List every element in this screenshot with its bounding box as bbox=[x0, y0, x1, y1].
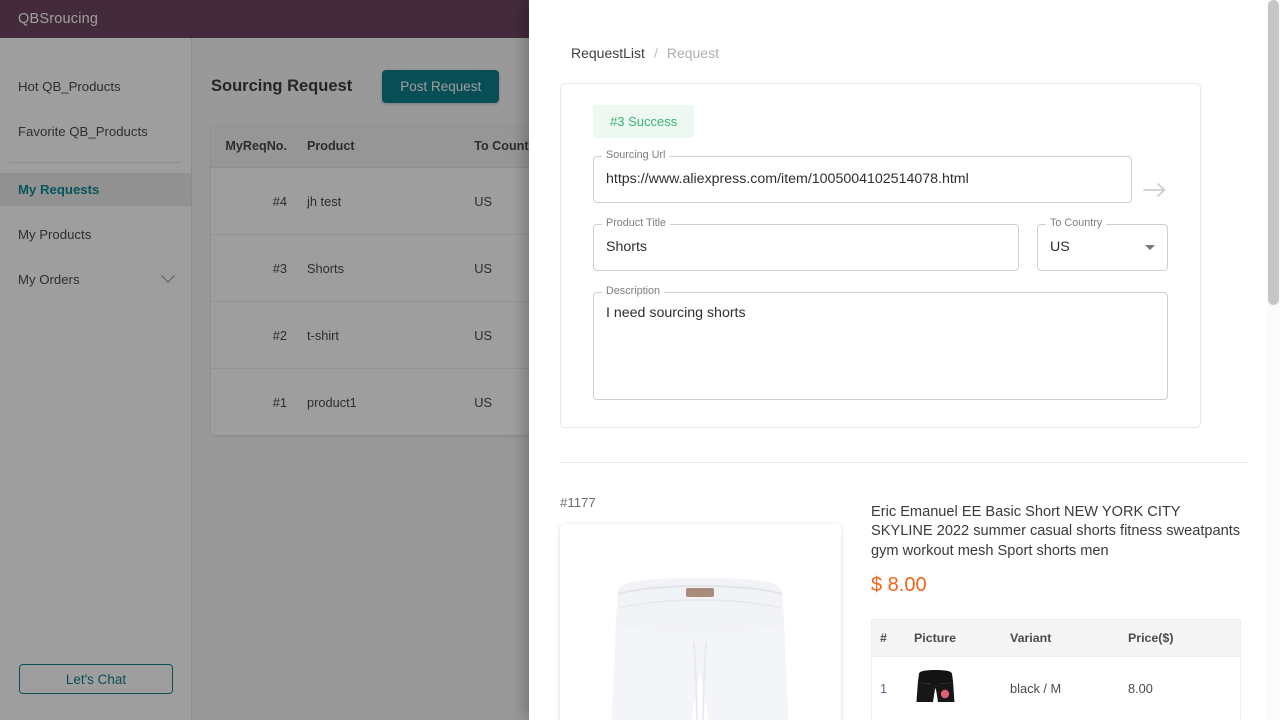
sourcing-url-field[interactable]: Sourcing Url https://www.aliexpress.com/… bbox=[593, 149, 1132, 203]
sourcing-url-row: Sourcing Url https://www.aliexpress.com/… bbox=[593, 149, 1168, 224]
to-country-select-value[interactable]: US bbox=[1050, 240, 1070, 254]
breadcrumb-request-list[interactable]: RequestList bbox=[571, 45, 645, 61]
sourcing-url-input[interactable]: https://www.aliexpress.com/item/10050041… bbox=[606, 172, 969, 186]
product-price: $ 8.00 bbox=[871, 574, 927, 597]
product-title-field[interactable]: Product Title Shorts bbox=[593, 217, 1019, 271]
to-country-field[interactable]: To Country US bbox=[1037, 217, 1168, 271]
breadcrumb-separator: / bbox=[653, 45, 658, 61]
column-index: # bbox=[872, 620, 906, 657]
description-field[interactable]: Description I need sourcing shorts bbox=[593, 285, 1168, 400]
cell-picture bbox=[906, 656, 1002, 720]
product-title: Eric Emanuel EE Basic Short NEW YORK CIT… bbox=[871, 504, 1241, 559]
description-textarea[interactable]: I need sourcing shorts bbox=[606, 306, 746, 320]
column-price: Price($) bbox=[1120, 620, 1240, 657]
sourcing-url-label: Sourcing Url bbox=[602, 149, 670, 161]
cell-index: 1 bbox=[872, 656, 906, 720]
drawer-scrollbar[interactable] bbox=[1267, 0, 1280, 720]
variant-row[interactable]: 1 black / M 8.00 bbox=[872, 656, 1240, 720]
variant-table: # Picture Variant Price($) 1 black / M 8.0… bbox=[871, 619, 1241, 720]
cell-price: 8.00 bbox=[1120, 656, 1240, 720]
request-detail-drawer: RequestList / Request #3 Success Sourcin… bbox=[529, 0, 1280, 720]
product-result: #1177 Eric Emanuel EE Basic Short NEW YO… bbox=[529, 463, 1280, 720]
product-id: #1177 bbox=[560, 495, 596, 510]
chevron-down-icon[interactable] bbox=[1145, 245, 1155, 250]
product-title-input[interactable]: Shorts bbox=[606, 240, 647, 254]
description-label: Description bbox=[602, 285, 665, 297]
breadcrumb: RequestList / Request bbox=[529, 0, 1280, 61]
title-country-row: Product Title Shorts To Country US bbox=[593, 217, 1168, 292]
status-badge: #3 Success bbox=[593, 105, 695, 138]
arrow-right-icon[interactable] bbox=[1142, 177, 1168, 203]
cell-variant: black / M bbox=[1002, 656, 1120, 720]
variant-thumbnail bbox=[916, 670, 955, 703]
request-form-card: #3 Success Sourcing Url https://www.alie… bbox=[560, 83, 1201, 428]
product-image[interactable] bbox=[560, 524, 841, 720]
to-country-label: To Country bbox=[1046, 217, 1107, 229]
variant-header-row: # Picture Variant Price($) bbox=[872, 620, 1240, 657]
product-title-label: Product Title bbox=[602, 217, 671, 229]
column-variant: Variant bbox=[1002, 620, 1120, 657]
breadcrumb-current: Request bbox=[666, 45, 719, 61]
column-picture: Picture bbox=[906, 620, 1002, 657]
drawer-scrollbar-thumb[interactable] bbox=[1268, 0, 1279, 305]
